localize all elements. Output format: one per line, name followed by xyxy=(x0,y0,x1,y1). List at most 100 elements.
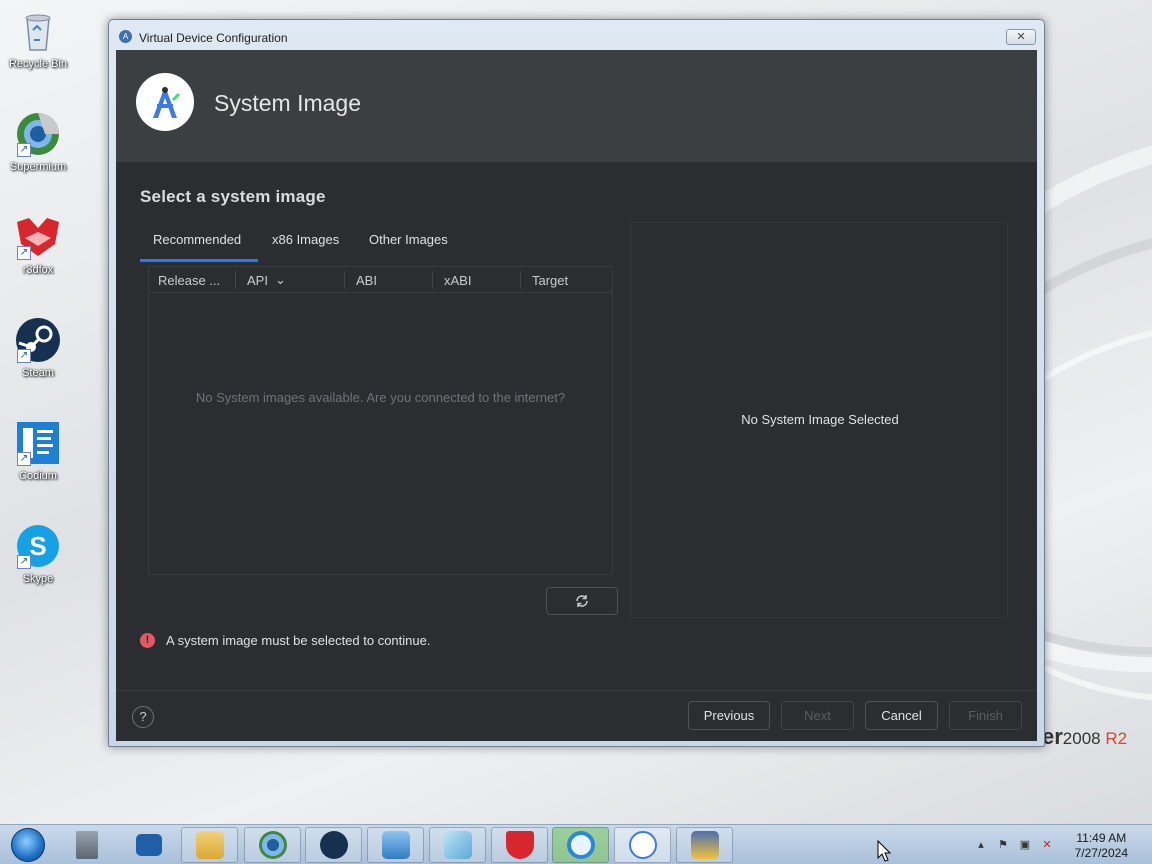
active-tab-indicator xyxy=(140,259,258,262)
refresh-icon xyxy=(576,595,588,607)
taskbar-server-manager[interactable] xyxy=(58,827,115,863)
recycle-bin-icon xyxy=(15,8,61,54)
section-subtitle: Select a system image xyxy=(140,187,326,206)
supermium-icon xyxy=(258,831,287,859)
column-abi[interactable]: ABI xyxy=(356,273,377,288)
r3dfox-icon: ↗ xyxy=(15,214,61,260)
task-scheduler-icon xyxy=(690,831,719,859)
desktop-icon-skype[interactable]: S ↗ Skype xyxy=(0,523,76,585)
supermium-icon: ↗ xyxy=(15,111,61,157)
taskbar-powershell[interactable] xyxy=(120,827,177,863)
desktop-icon-label: Codium xyxy=(19,470,57,482)
sort-descending-icon: ⌄ xyxy=(275,272,286,287)
column-separator xyxy=(235,271,236,289)
volume-muted-icon[interactable]: ✕ xyxy=(1040,838,1054,852)
system-image-table: Release ... API ⌄ ABI xABI Target No Sys… xyxy=(148,266,613,575)
next-button[interactable]: Next xyxy=(781,701,854,730)
shortcut-arrow-icon: ↗ xyxy=(17,452,31,466)
mouse-cursor-icon xyxy=(877,840,891,862)
table-empty-message: No System images available. Are you conn… xyxy=(195,390,566,405)
column-separator xyxy=(520,271,521,289)
tab-x86-images[interactable]: x86 Images xyxy=(272,232,339,247)
tab-other-images[interactable]: Other Images xyxy=(369,232,448,247)
taskbar: ▴ ⚑ ▣ ✕ 11:49 AM 7/27/2024 xyxy=(0,824,1152,864)
android-studio-icon: A xyxy=(119,30,132,43)
shortcut-arrow-icon: ↗ xyxy=(17,555,31,569)
shortcut-arrow-icon: ↗ xyxy=(17,246,31,260)
windows-logo-icon xyxy=(11,828,45,862)
error-icon: ! xyxy=(140,633,155,648)
network-icon[interactable]: ▣ xyxy=(1018,838,1032,852)
window-titlebar[interactable]: A Virtual Device Configuration ✕ xyxy=(109,20,1044,50)
codium-icon: ↗ xyxy=(15,420,61,466)
error-message: A system image must be selected to conti… xyxy=(166,633,431,648)
steam-icon xyxy=(319,831,348,859)
taskbar-control-panel[interactable] xyxy=(367,827,424,863)
column-separator xyxy=(344,271,345,289)
finish-button[interactable]: Finish xyxy=(949,701,1022,730)
control-panel-icon xyxy=(381,831,410,859)
image-details-panel: No System Image Selected xyxy=(630,222,1008,618)
dialog-client-area: System Image Select a system image Recom… xyxy=(116,50,1037,741)
shortcut-arrow-icon: ↗ xyxy=(17,349,31,363)
android-studio-logo-icon xyxy=(136,73,194,131)
header-title: System Image xyxy=(214,90,361,116)
desktop-icon-codium[interactable]: ↗ Codium xyxy=(0,420,76,482)
no-selection-message: No System Image Selected xyxy=(741,412,899,427)
taskbar-task-scheduler[interactable] xyxy=(676,827,733,863)
clock-date: 7/27/2024 xyxy=(1074,846,1128,860)
desktop-icon-supermium[interactable]: ↗ Supermium xyxy=(0,111,76,173)
desktop-icon-label: Recycle Bin xyxy=(8,58,68,70)
taskbar-explorer[interactable] xyxy=(181,827,238,863)
desktop-icon-label: r3dfox xyxy=(22,264,54,276)
cancel-button[interactable]: Cancel xyxy=(865,701,938,730)
powershell-icon xyxy=(135,834,162,856)
taskbar-notepad[interactable] xyxy=(429,827,486,863)
image-tabs: Recommended x86 Images Other Images xyxy=(140,220,620,262)
desktop-icon-steam[interactable]: ↗ Steam xyxy=(0,317,76,379)
tab-recommended[interactable]: Recommended xyxy=(153,232,241,247)
notepad-icon xyxy=(443,831,472,859)
taskbar-internet-explorer[interactable] xyxy=(552,827,609,863)
virtual-device-configuration-window: A Virtual Device Configuration ✕ System … xyxy=(108,19,1045,747)
taskbar-supermium[interactable] xyxy=(244,827,301,863)
desktop-icon-recycle-bin[interactable]: Recycle Bin xyxy=(0,8,76,70)
taskbar-android-studio[interactable] xyxy=(614,827,671,863)
action-center-flag-icon[interactable]: ⚑ xyxy=(996,838,1010,852)
desktop-icon-label: Supermium xyxy=(9,161,67,173)
validation-error: ! A system image must be selected to con… xyxy=(140,633,430,648)
system-clock[interactable]: 11:49 AM 7/27/2024 xyxy=(1075,831,1128,861)
clock-time: 11:49 AM xyxy=(1076,831,1127,845)
refresh-button[interactable] xyxy=(546,587,618,615)
column-target[interactable]: Target xyxy=(532,273,568,288)
taskbar-r3dfox[interactable] xyxy=(491,827,548,863)
steam-icon: ↗ xyxy=(15,317,61,363)
show-hidden-icons-icon[interactable]: ▴ xyxy=(974,838,988,852)
table-header: Release ... API ⌄ ABI xABI Target xyxy=(149,267,612,293)
column-xabi[interactable]: xABI xyxy=(444,273,471,288)
window-title: Virtual Device Configuration xyxy=(139,31,288,45)
column-release[interactable]: Release ... xyxy=(158,273,220,288)
column-api[interactable]: API xyxy=(247,273,268,288)
server-manager-icon xyxy=(75,831,98,859)
previous-button[interactable]: Previous xyxy=(688,701,770,730)
desktop-icon-label: Steam xyxy=(22,367,54,379)
window-close-button[interactable]: ✕ xyxy=(1006,29,1036,45)
folder-icon xyxy=(195,831,224,859)
internet-explorer-icon xyxy=(566,831,595,859)
column-separator xyxy=(432,271,433,289)
desktop-icon-label: Skype xyxy=(22,573,54,585)
windows-server-watermark: er2008 R2 xyxy=(1042,724,1128,749)
taskbar-steam[interactable] xyxy=(305,827,362,863)
system-tray: ▴ ⚑ ▣ ✕ 11:49 AM 7/27/2024 xyxy=(962,825,1152,864)
dialog-footer: ? Previous Next Cancel Finish xyxy=(116,690,1037,741)
android-studio-icon xyxy=(628,831,657,859)
help-button[interactable]: ? xyxy=(132,706,154,728)
dialog-header: System Image xyxy=(116,50,1037,162)
shortcut-arrow-icon: ↗ xyxy=(17,143,31,157)
start-button[interactable] xyxy=(4,826,52,864)
desktop-icon-r3dfox[interactable]: ↗ r3dfox xyxy=(0,214,76,276)
svg-text:S: S xyxy=(29,531,46,561)
r3dfox-icon xyxy=(505,831,534,859)
skype-icon: S ↗ xyxy=(15,523,61,569)
